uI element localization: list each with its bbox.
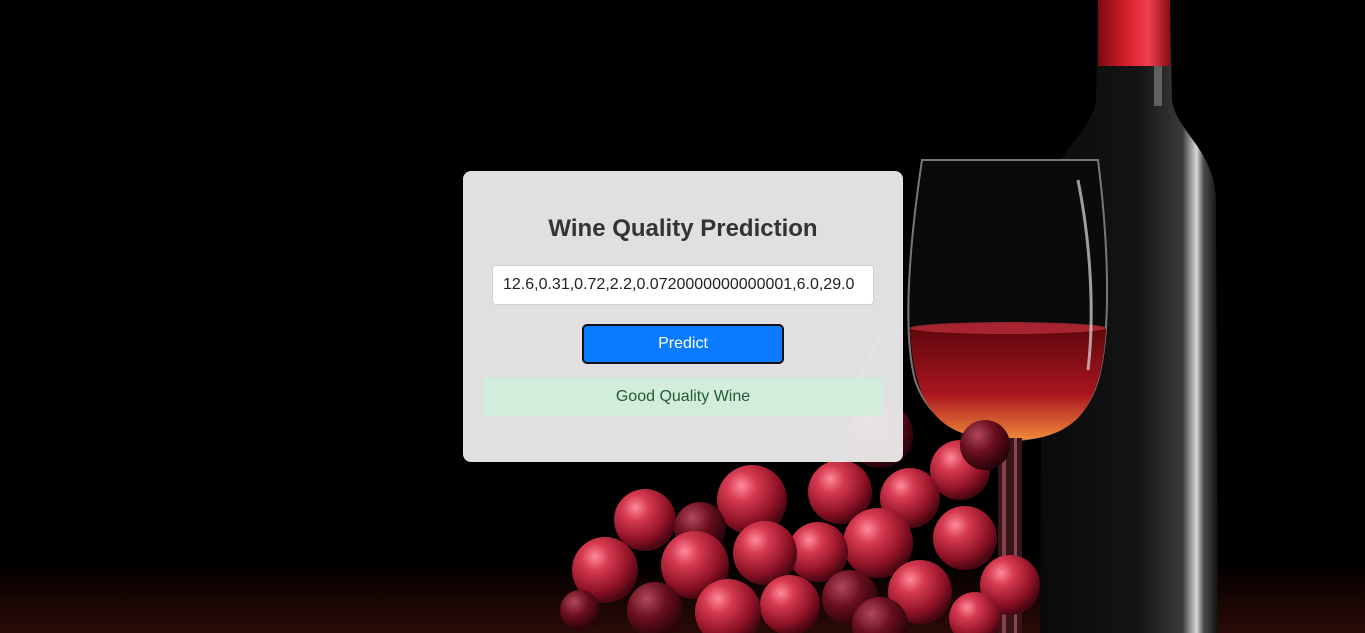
- features-input[interactable]: [492, 265, 874, 305]
- predict-button[interactable]: Predict: [582, 324, 784, 364]
- prediction-card: Wine Quality Prediction Predict Good Qua…: [463, 171, 903, 462]
- prediction-result: Good Quality Wine: [483, 378, 883, 416]
- page-title: Wine Quality Prediction: [548, 215, 818, 242]
